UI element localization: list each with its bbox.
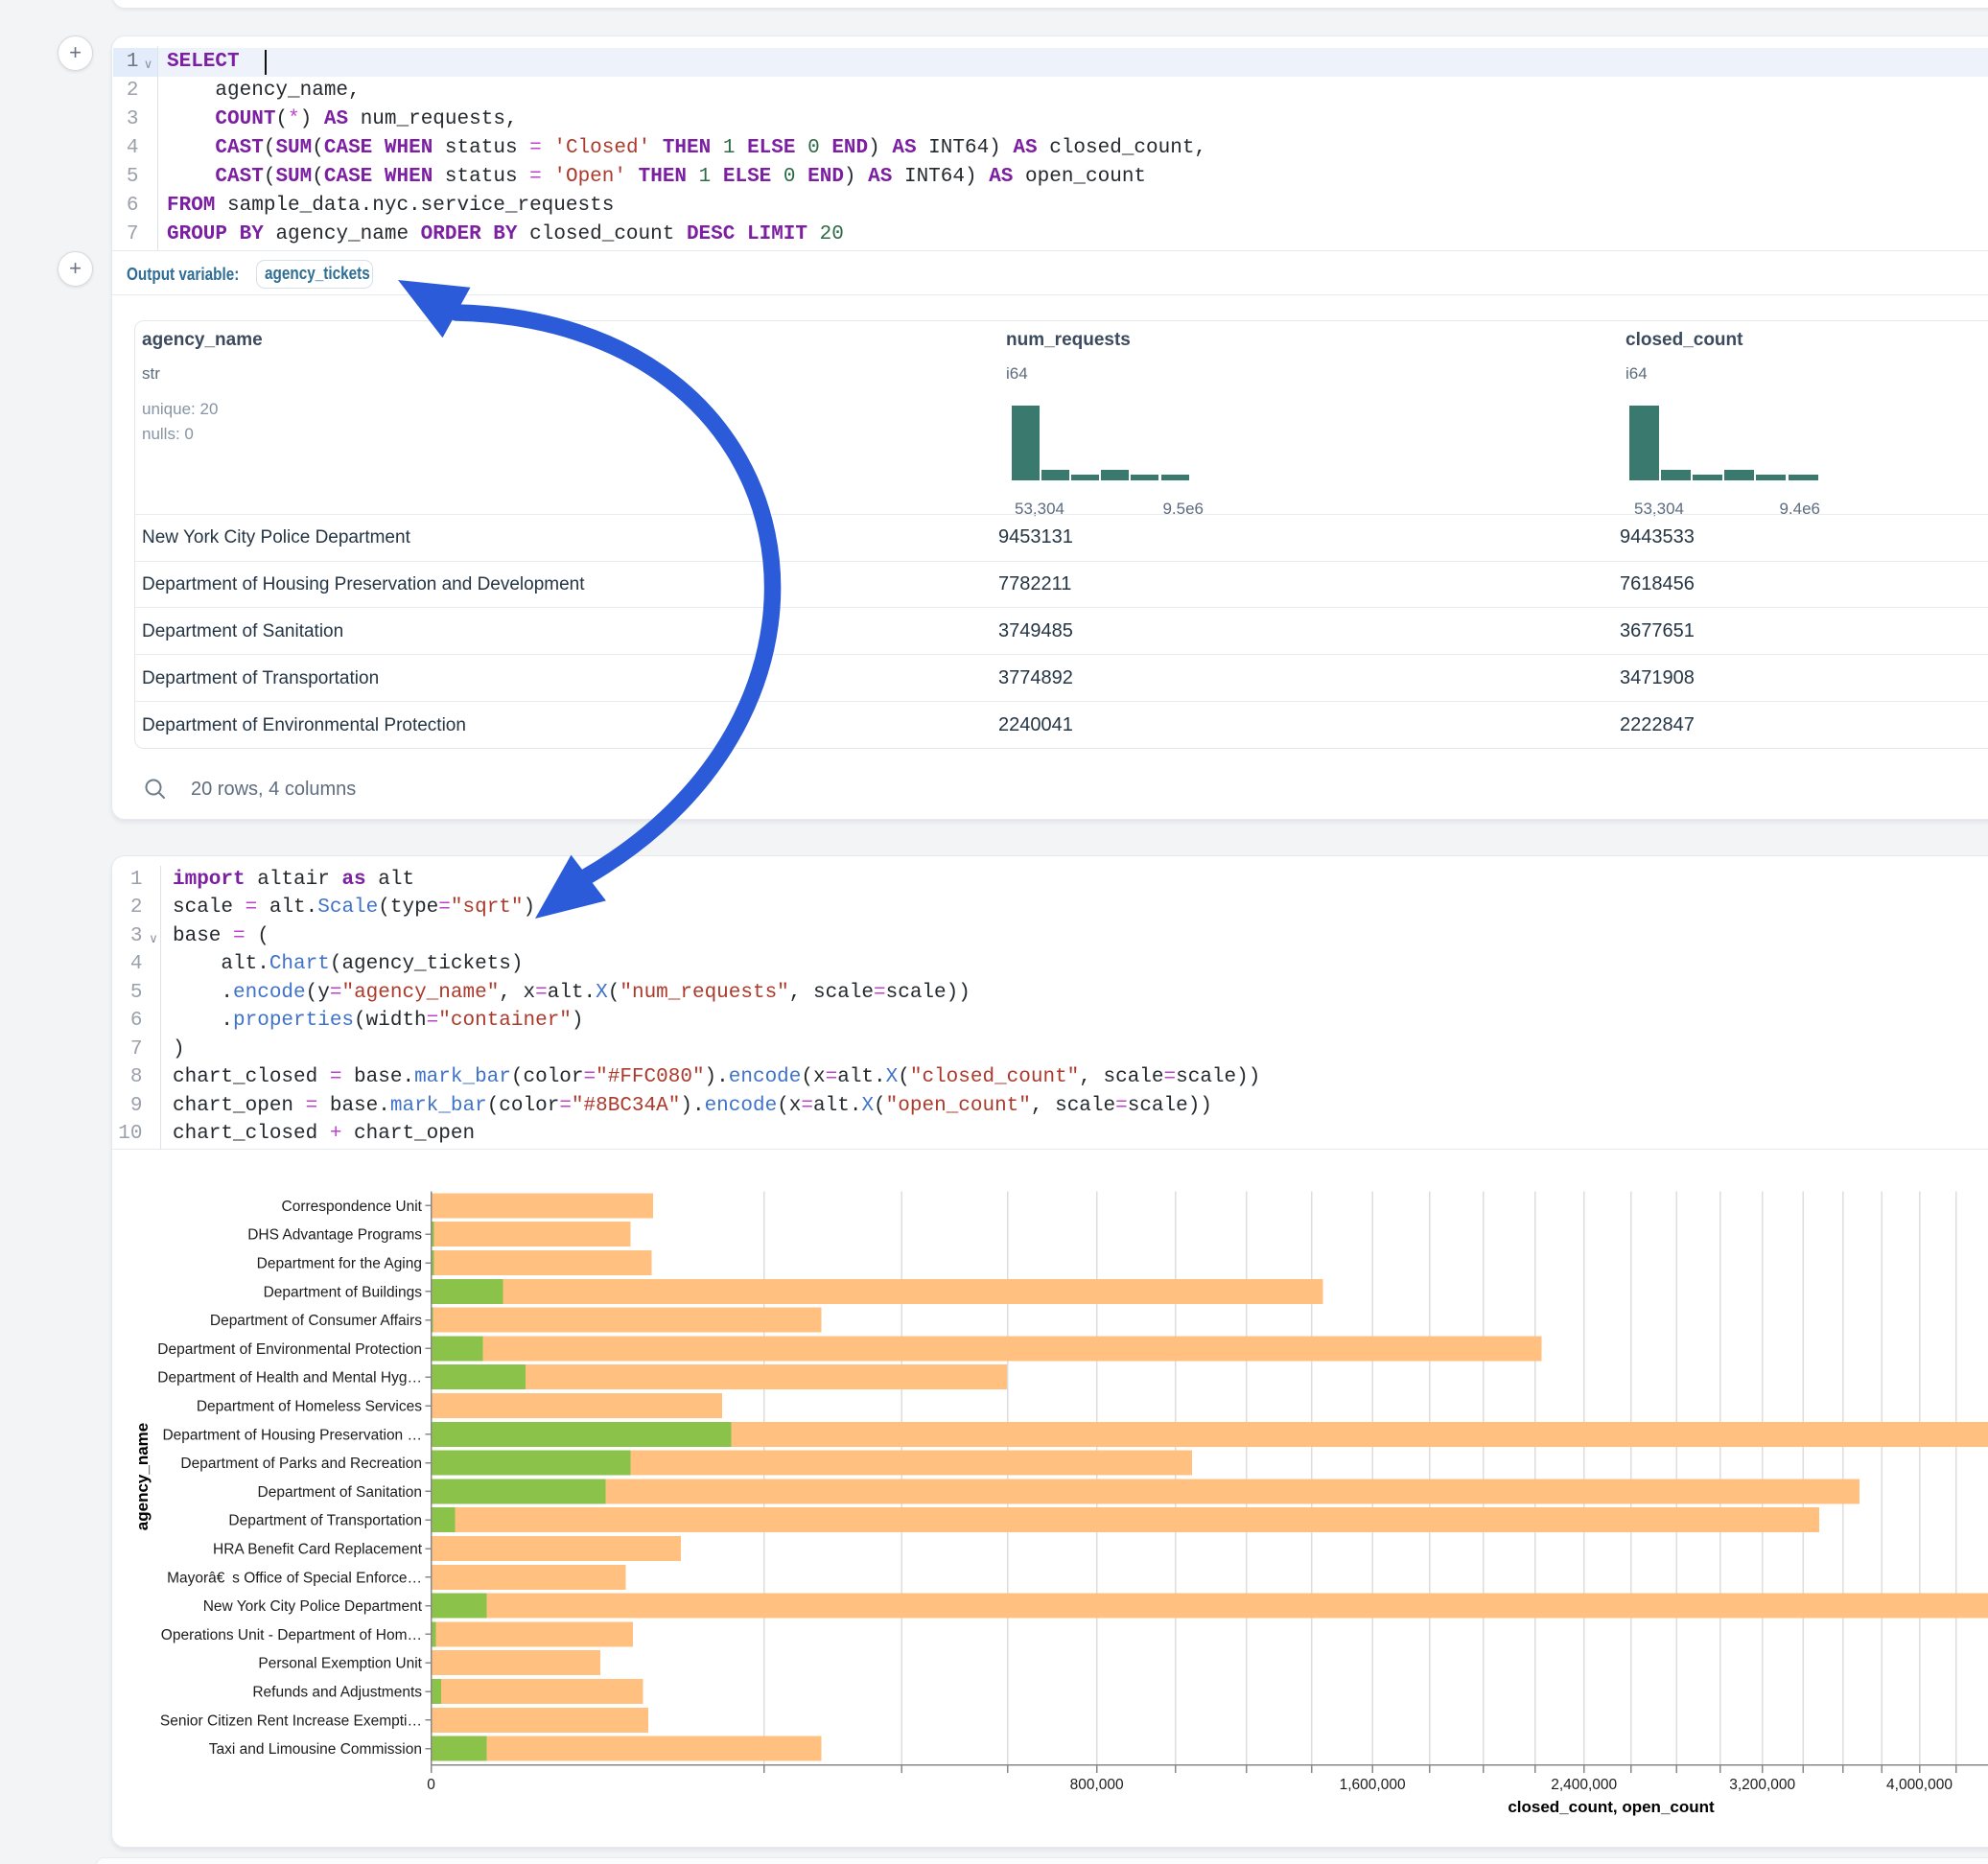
svg-text:Taxi and Limousine Commission: Taxi and Limousine Commission [209, 1741, 422, 1758]
svg-text:Department of Buildings: Department of Buildings [264, 1284, 423, 1300]
svg-text:Department for the Aging: Department for the Aging [257, 1256, 422, 1272]
svg-text:2,400,000: 2,400,000 [1551, 1777, 1617, 1793]
svg-text:closed_count, open_count: closed_count, open_count [1508, 1798, 1715, 1816]
svg-text:Department of Housing Preserva: Department of Housing Preservation … [162, 1427, 422, 1443]
svg-text:0: 0 [427, 1777, 435, 1793]
svg-text:Department of Homeless Service: Department of Homeless Services [197, 1399, 422, 1415]
svg-text:Senior Citizen Rent Increase E: Senior Citizen Rent Increase Exempti… [160, 1713, 422, 1729]
svg-text:800,000: 800,000 [1070, 1777, 1124, 1793]
svg-text:agency_name: agency_name [133, 1423, 152, 1530]
svg-text:Operations Unit - Department o: Operations Unit - Department of Hom… [161, 1627, 422, 1643]
svg-text:HRA Benefit Card Replacement: HRA Benefit Card Replacement [213, 1542, 423, 1558]
svg-text:DHS Advantage Programs: DHS Advantage Programs [247, 1227, 422, 1244]
svg-text:Refunds and Adjustments: Refunds and Adjustments [252, 1685, 422, 1701]
svg-text:Correspondence Unit: Correspondence Unit [282, 1199, 423, 1215]
svg-text:Department of Health and Menta: Department of Health and Mental Hyg… [157, 1370, 422, 1386]
svg-text:Department of Environmental Pr: Department of Environmental Protection [157, 1341, 422, 1358]
svg-text:Department of Parks and Recrea: Department of Parks and Recreation [180, 1456, 422, 1472]
svg-text:Department of Consumer Affairs: Department of Consumer Affairs [210, 1313, 422, 1329]
svg-text:4,000,000: 4,000,000 [1886, 1777, 1953, 1793]
svg-text:New York City Police Departmen: New York City Police Department [203, 1598, 423, 1615]
svg-text:Department of Transportation: Department of Transportation [228, 1513, 422, 1529]
svg-text:1,600,000: 1,600,000 [1340, 1777, 1406, 1793]
svg-text:Mayorâ€ s Office of Special En: Mayorâ€ s Office of Special Enforce… [167, 1570, 422, 1586]
svg-text:Personal Exemption Unit: Personal Exemption Unit [258, 1656, 422, 1672]
svg-text:3,200,000: 3,200,000 [1729, 1777, 1795, 1793]
svg-text:Department of Sanitation: Department of Sanitation [258, 1484, 422, 1501]
